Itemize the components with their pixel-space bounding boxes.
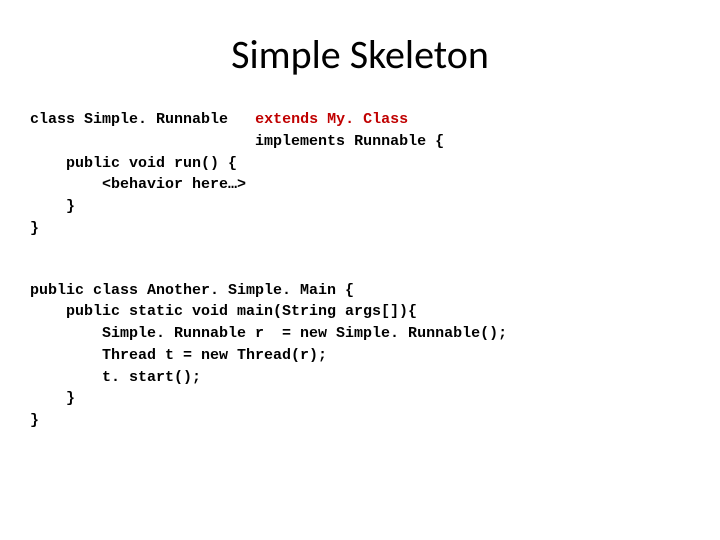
code-block-2: public class Another. Simple. Main { pub…	[30, 280, 690, 432]
code-line: extends My. Class	[255, 111, 408, 128]
code-line: public static void main(String args[]){	[30, 303, 417, 320]
code-line: }	[30, 390, 75, 407]
code-line: }	[30, 412, 39, 429]
slide-title: Simple Skeleton	[30, 30, 690, 79]
slide: Simple Skeleton class Simple. Runnable e…	[0, 0, 720, 540]
code-line: Thread t = new Thread(r);	[30, 347, 327, 364]
code-line: t. start();	[30, 369, 201, 386]
code-line: }	[30, 198, 75, 215]
code-line: Simple. Runnable r = new Simple. Runnabl…	[30, 325, 507, 342]
code-line: public class Another. Simple. Main {	[30, 282, 354, 299]
code-block-1: class Simple. Runnable extends My. Class…	[30, 109, 690, 240]
code-line: <behavior here…>	[30, 176, 246, 193]
code-line: public void run() {	[30, 155, 237, 172]
code-line: }	[30, 220, 39, 237]
code-line: class Simple. Runnable	[30, 111, 228, 128]
code-line: implements Runnable {	[255, 133, 444, 150]
